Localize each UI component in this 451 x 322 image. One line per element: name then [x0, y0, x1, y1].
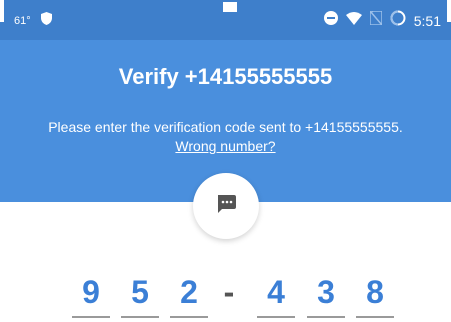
instruction-text: Please enter the verification code sent …	[48, 119, 403, 135]
verification-code[interactable]: 9 5 2 - 4 3 8	[0, 270, 451, 322]
code-underline-2	[121, 316, 159, 318]
time-text: 5:51	[413, 12, 441, 29]
code-underline-6	[356, 316, 394, 318]
sms-badge	[193, 173, 259, 239]
code-digit-5[interactable]: 3	[308, 274, 344, 311]
code-digit-2[interactable]: 5	[122, 274, 158, 311]
wifi-icon	[345, 11, 362, 30]
wrong-number-link[interactable]: Wrong number?	[175, 138, 275, 154]
code-digit-6[interactable]: 8	[357, 274, 393, 311]
code-underline-4	[257, 316, 295, 318]
shield-icon	[40, 12, 52, 30]
code-digit-3[interactable]: 2	[171, 274, 207, 311]
code-digit-4[interactable]: 4	[258, 274, 294, 311]
message-icon	[215, 193, 237, 220]
crop-handle-top[interactable]	[221, 0, 239, 14]
header: 61° 5:51 Verify +14155555555 Please ente…	[0, 0, 451, 202]
temperature-text: 61°	[14, 15, 31, 27]
page-title: Verify +14155555555	[118, 64, 333, 89]
code-underline-3	[170, 316, 208, 318]
battery-icon	[390, 10, 406, 31]
crop-handle-left[interactable]	[0, 0, 4, 22]
no-sim-icon	[369, 10, 383, 30]
verification-instruction: Please enter the verification code sent …	[40, 118, 411, 156]
code-underline-1	[72, 316, 110, 318]
do-not-disturb-icon	[323, 11, 338, 30]
code-digit-1[interactable]: 9	[73, 274, 109, 311]
code-underline-5	[307, 316, 345, 318]
crop-handle-right[interactable]	[447, 0, 451, 22]
code-separator: -	[223, 274, 235, 310]
